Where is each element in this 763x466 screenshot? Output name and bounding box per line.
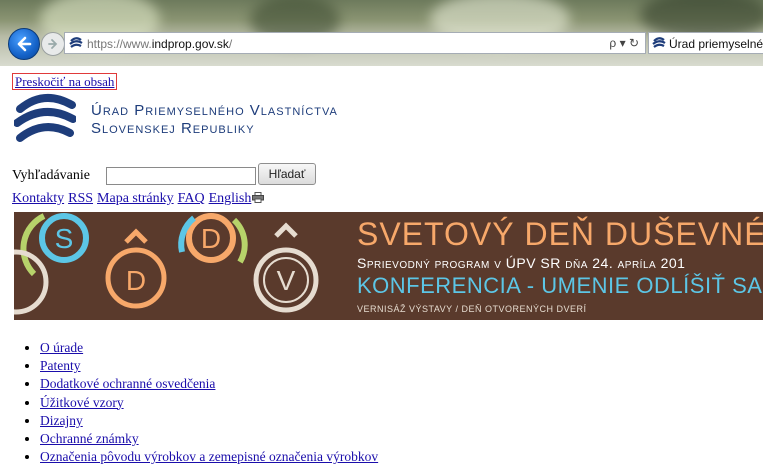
nav-item: Označenia pôvodu výrobkov a zemepisné oz… [40,448,378,466]
search-input[interactable] [106,167,256,185]
site-logo[interactable]: Úrad Priemyselného Vlastníctva Slovenske… [14,93,374,151]
nav-link-dodatkove-osvedcenia[interactable]: Dodatkové ochranné osvedčenia [40,376,215,391]
nav-link-patenty[interactable]: Patenty [40,358,81,373]
link-english[interactable]: English [209,191,252,206]
arrow-left-icon [17,36,32,52]
search-refresh-controls[interactable]: ρ ▾ ↻ [609,36,639,50]
utility-links: Kontakty RSS Mapa stránky FAQ English [12,191,265,207]
banner-footer: VERNISÁŽ VÝSTAVY / DEŇ OTVORENÝCH DVERÍ [357,304,587,314]
search-label: Vyhľadávanie [12,168,90,183]
forward-button[interactable] [41,32,65,56]
nav-link-oznacenia-povodu[interactable]: Označenia pôvodu výrobkov a zemepisné oz… [40,449,378,464]
link-rss[interactable]: RSS [68,191,93,206]
banner-title: SVETOVÝ DEŇ DUŠEVNÉHO V [357,216,763,252]
logo-line-2: Slovenskej Republiky [91,120,255,137]
browser-toolbar: https://www.indprop.gov.sk/ ρ ▾ ↻ Úrad p… [0,0,763,66]
logo-line-1: Úrad Priemyselného Vlastníctva [91,102,338,119]
nav-link-uzitkove-vzory[interactable]: Úžitkové vzory [40,395,124,410]
site-favicon-icon [69,37,83,48]
nav-item: O úrade [40,339,378,357]
nav-item: Úžitkové vzory [40,394,378,412]
address-url: https://www.indprop.gov.sk/ [87,37,233,51]
event-banner[interactable]: S D D V SVETOVÝ DEŇ DUŠEVNÉHO V Sprievod… [14,212,763,320]
link-sitemap[interactable]: Mapa stránky [97,191,174,206]
back-button[interactable] [8,28,40,60]
banner-letter-s: S [55,223,74,254]
main-navigation: O úrade Patenty Dodatkové ochranné osved… [24,339,378,466]
nav-link-dizajny[interactable]: Dizajny [40,413,83,428]
tab-title: Úrad priemyselného [669,37,763,51]
banner-letter-d1: D [126,265,146,296]
banner-letter-d2: D [201,223,221,254]
browser-tab[interactable]: Úrad priemyselného [648,32,763,54]
arrow-right-icon [48,39,58,49]
nav-item: Dizajny [40,412,378,430]
nav-link-ochranne-znamky[interactable]: Ochranné známky [40,431,139,446]
site-favicon-icon [652,37,666,48]
print-icon[interactable] [252,192,265,203]
banner-conference: KONFERENCIA - UMENIE ODLÍŠIŤ SA [357,273,763,298]
link-contacts[interactable]: Kontakty [12,191,64,206]
nav-link-o-urade[interactable]: O úrade [40,340,83,355]
search-button[interactable]: Hľadať [258,163,316,185]
banner-subtitle: Sprievodný program v ÚPV SR dňa 24. aprí… [357,255,686,271]
upv-logo-icon [14,94,76,142]
nav-item: Dodatkové ochranné osvedčenia [40,375,378,393]
nav-item: Patenty [40,357,378,375]
banner-letter-v: V [277,265,296,296]
skip-to-content-link[interactable]: Preskočiť na obsah [12,73,118,90]
nav-item: Ochranné známky [40,430,378,448]
address-bar[interactable]: https://www.indprop.gov.sk/ ρ ▾ ↻ [64,32,646,54]
link-faq[interactable]: FAQ [178,191,205,206]
